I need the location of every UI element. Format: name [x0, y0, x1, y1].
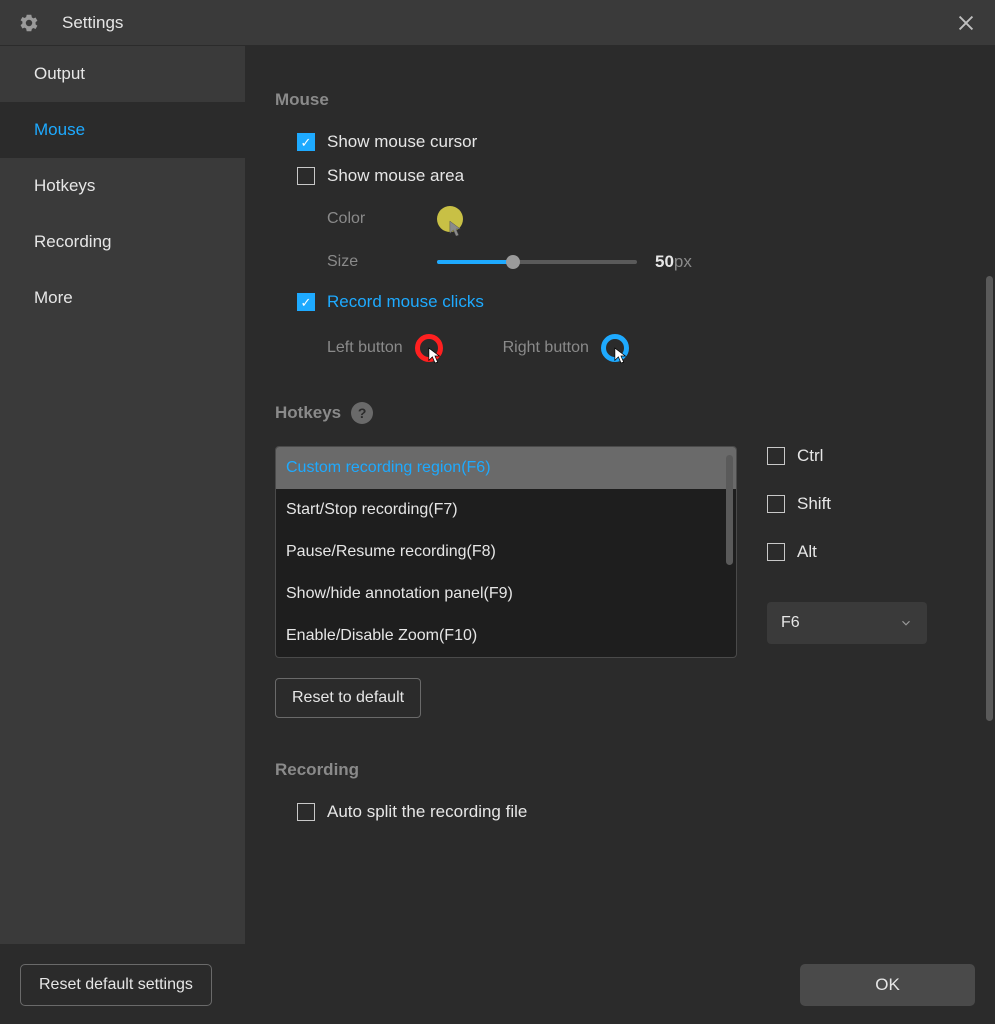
hotkey-item[interactable]: Pause/Resume recording(F8): [276, 531, 736, 573]
checkbox-auto-split[interactable]: [297, 803, 315, 821]
label-alt: Alt: [797, 542, 817, 562]
label-left-button: Left button: [327, 339, 403, 357]
section-title-mouse: Mouse: [275, 90, 973, 110]
size-slider-thumb[interactable]: [506, 255, 520, 269]
hotkey-list-scrollbar[interactable]: [726, 455, 733, 565]
checkbox-alt[interactable]: [767, 543, 785, 561]
titlebar: Settings: [0, 0, 995, 46]
content-panel: Mouse Show mouse cursor Show mouse area …: [245, 46, 995, 944]
cursor-icon: [614, 347, 628, 365]
chevron-down-icon: [899, 616, 913, 630]
key-select-value: F6: [781, 614, 800, 632]
key-select[interactable]: F6: [767, 602, 927, 644]
section-title-hotkeys-text: Hotkeys: [275, 403, 341, 423]
left-button-color[interactable]: [415, 334, 443, 362]
checkbox-show-cursor[interactable]: [297, 133, 315, 151]
label-size: Size: [327, 253, 437, 271]
hotkey-item[interactable]: Enable/Disable Zoom(F10): [276, 615, 736, 657]
ok-button[interactable]: OK: [800, 964, 975, 1006]
size-unit: px: [674, 252, 692, 271]
color-swatch[interactable]: [437, 206, 463, 232]
label-color: Color: [327, 210, 437, 228]
cursor-icon: [449, 220, 463, 238]
help-icon[interactable]: ?: [351, 402, 373, 424]
reset-hotkeys-button[interactable]: Reset to default: [275, 678, 421, 718]
sidebar-item-hotkeys[interactable]: Hotkeys: [0, 158, 245, 214]
cursor-icon: [428, 347, 442, 365]
label-show-cursor: Show mouse cursor: [327, 132, 477, 152]
checkbox-show-area[interactable]: [297, 167, 315, 185]
sidebar-item-recording[interactable]: Recording: [0, 214, 245, 270]
size-slider[interactable]: [437, 260, 637, 264]
sidebar-item-output[interactable]: Output: [0, 46, 245, 102]
close-icon[interactable]: [955, 12, 977, 34]
reset-default-settings-button[interactable]: Reset default settings: [20, 964, 212, 1006]
window-title: Settings: [62, 13, 123, 33]
size-value: 50: [655, 252, 674, 271]
right-button-color[interactable]: [601, 334, 629, 362]
label-right-button: Right button: [503, 339, 589, 357]
checkbox-ctrl[interactable]: [767, 447, 785, 465]
label-record-clicks: Record mouse clicks: [327, 292, 484, 312]
checkbox-shift[interactable]: [767, 495, 785, 513]
hotkey-list[interactable]: Custom recording region(F6) Start/Stop r…: [275, 446, 737, 658]
footer: Reset default settings OK: [0, 944, 995, 1024]
gear-icon: [18, 12, 40, 34]
hotkey-item[interactable]: Start/Stop recording(F7): [276, 489, 736, 531]
label-show-area: Show mouse area: [327, 166, 464, 186]
sidebar: Output Mouse Hotkeys Recording More: [0, 46, 245, 944]
section-title-recording: Recording: [275, 760, 973, 780]
checkbox-record-clicks[interactable]: [297, 293, 315, 311]
sidebar-item-mouse[interactable]: Mouse: [0, 102, 245, 158]
label-ctrl: Ctrl: [797, 446, 823, 466]
hotkey-item[interactable]: Show/hide annotation panel(F9): [276, 573, 736, 615]
section-title-hotkeys: Hotkeys ?: [275, 402, 973, 424]
label-shift: Shift: [797, 494, 831, 514]
hotkey-item[interactable]: Custom recording region(F6): [276, 447, 736, 489]
label-auto-split: Auto split the recording file: [327, 802, 527, 822]
sidebar-item-more[interactable]: More: [0, 270, 245, 326]
